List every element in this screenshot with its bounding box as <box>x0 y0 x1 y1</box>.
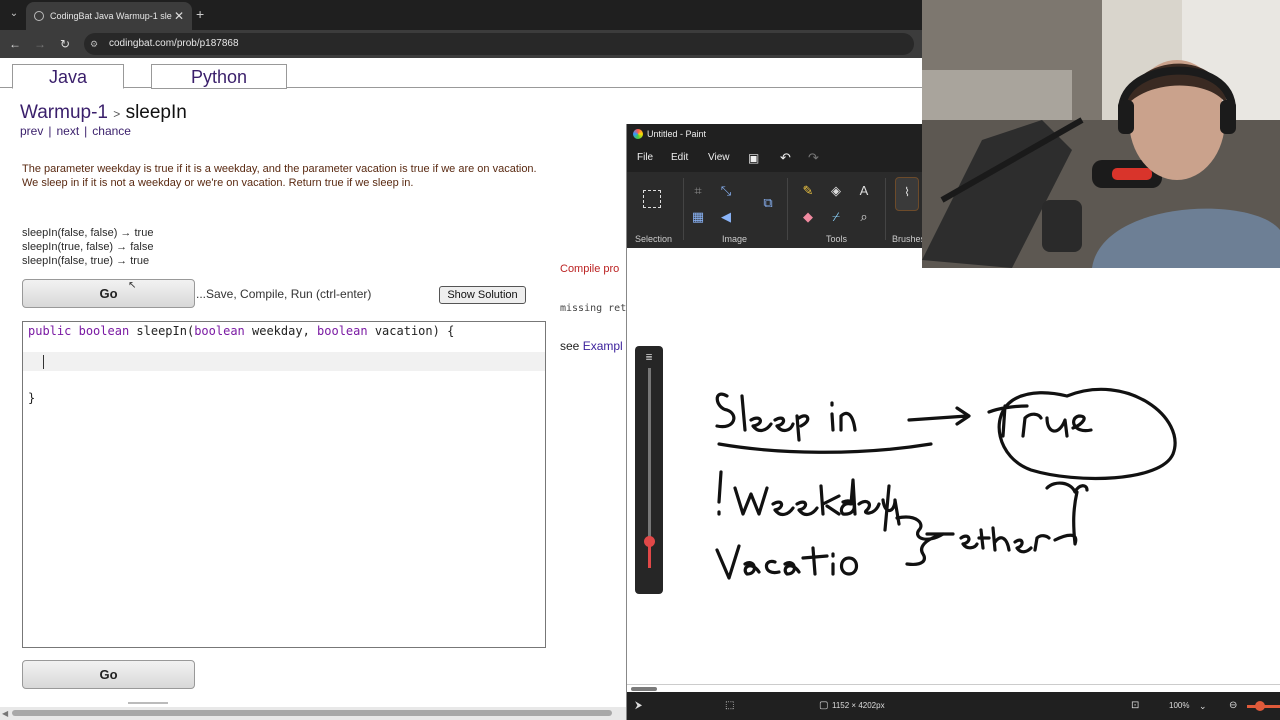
handwritten-drawing <box>715 387 1177 580</box>
scrollbar-thumb[interactable] <box>12 710 612 716</box>
magnifier-icon[interactable]: ⌕ <box>855 208 873 226</box>
paint-logo-icon <box>633 129 643 139</box>
problem-description: The parameter weekday is true if it is a… <box>22 163 537 189</box>
fit-to-window-icon[interactable]: ⊡ <box>1131 692 1139 720</box>
selection-size-icon: ⬚ <box>725 700 735 711</box>
zoom-slider[interactable] <box>1247 701 1280 711</box>
resize-icon[interactable]: ⤡ <box>717 182 735 200</box>
forward-icon[interactable]: → <box>31 35 49 53</box>
image-options-icon[interactable]: ⧉ <box>759 194 777 212</box>
code-line-1: public boolean sleepIn(boolean weekday, … <box>28 324 455 338</box>
go-button-bottom[interactable]: Go <box>22 660 195 689</box>
canvas-size-icon: ▢ <box>819 700 829 711</box>
page-horizontal-scrollbar[interactable]: ◀ <box>0 707 626 720</box>
go-button[interactable]: Go <box>22 279 195 308</box>
group-selection-label: Selection <box>635 234 673 244</box>
problem-nav: prev | next | chance <box>20 124 131 138</box>
problem-title: sleepIn <box>125 102 187 123</box>
chance-link[interactable]: chance <box>92 124 131 138</box>
browser-tab-bar: ⌄ CodingBat Java Warmup-1 sleepIn ✕ + <box>0 0 922 30</box>
group-brushes-label: Brushes <box>892 234 926 244</box>
language-tabs: Java Python <box>0 64 922 89</box>
zoom-dropdown-icon[interactable]: ⌄ <box>1199 692 1207 720</box>
run-hint: ...Save, Compile, Run (ctrl-enter) <box>196 287 372 301</box>
save-icon[interactable]: ▣ <box>748 144 759 172</box>
zoom-level[interactable]: 100% <box>1169 692 1189 720</box>
zoom-slider-knob[interactable] <box>1255 701 1265 711</box>
group-image-label: Image <box>722 234 748 244</box>
undo-icon[interactable]: ↶ <box>780 144 791 172</box>
fill-icon[interactable]: ◈ <box>827 182 845 200</box>
paint-title: Untitled - Paint <box>647 129 707 139</box>
tab-search-icon[interactable]: ⌄ <box>6 6 22 22</box>
scroll-left-icon[interactable]: ◀ <box>2 707 8 720</box>
brushes-icon[interactable]: ⌇ <box>895 177 919 211</box>
tab-java[interactable]: Java <box>12 64 124 89</box>
pencil-icon[interactable]: ✎ <box>799 182 817 200</box>
show-solution-button[interactable]: Show Solution <box>439 286 526 304</box>
next-link[interactable]: next <box>56 124 79 138</box>
see-example-text: see Exampl <box>560 339 623 353</box>
compile-error-text: missing ret <box>560 303 627 314</box>
brush-size-knob[interactable] <box>644 536 655 547</box>
code-editor[interactable]: public boolean sleepIn(boolean weekday, … <box>22 321 546 648</box>
ribbon-separator <box>683 178 684 240</box>
ribbon-separator <box>787 178 788 240</box>
rotate-icon[interactable]: ◀ <box>717 208 735 226</box>
browser-tab[interactable]: CodingBat Java Warmup-1 sleepIn ✕ <box>26 2 192 30</box>
redo-icon[interactable]: ↷ <box>808 144 819 172</box>
color-picker-icon[interactable]: ⌿ <box>827 208 845 226</box>
example-line: sleepIn(false, true) → true <box>22 255 150 267</box>
compile-problems-heading: Compile pro <box>560 263 620 275</box>
brush-size-icon: ≣ <box>645 352 653 362</box>
breadcrumb-section-link[interactable]: Warmup-1 <box>20 102 108 123</box>
tab-title: CodingBat Java Warmup-1 sleepIn <box>50 11 172 21</box>
mouse-cursor-icon: ↖ <box>128 280 137 291</box>
close-tab-icon[interactable]: ✕ <box>174 2 184 30</box>
selection-icon[interactable] <box>643 190 661 208</box>
webcam-overlay <box>922 0 1280 268</box>
globe-icon <box>34 11 44 21</box>
canvas-scroll-thumb[interactable] <box>631 687 657 691</box>
text-icon[interactable]: A <box>855 182 873 200</box>
streamer-webcam-image <box>922 0 1280 268</box>
eraser-icon[interactable]: ◆ <box>799 208 817 226</box>
menu-view[interactable]: View <box>708 144 730 172</box>
code-line-3: } <box>28 391 36 405</box>
canvas-horizontal-scrollbar[interactable] <box>627 684 1280 692</box>
example-line: sleepIn(true, false) → false <box>22 241 154 253</box>
zoom-out-icon[interactable]: ⊖ <box>1229 692 1237 720</box>
browser-toolbar: ← → ↻ ⚙ codingbat.com/prob/p187868 <box>0 30 922 58</box>
new-tab-icon[interactable]: + <box>196 6 204 22</box>
canvas-size: 1152 × 4202px <box>832 701 885 710</box>
back-icon[interactable]: ← <box>6 35 24 53</box>
menu-edit[interactable]: Edit <box>671 144 688 172</box>
example-line: sleepIn(false, false) → true <box>22 227 154 239</box>
crop-icon[interactable]: ⌗ <box>689 182 707 200</box>
tab-python[interactable]: Python <box>151 64 287 89</box>
active-line-highlight <box>23 352 545 371</box>
menu-file[interactable]: File <box>637 144 653 172</box>
divider <box>128 702 168 704</box>
pointer-icon: ⮞ <box>635 700 643 711</box>
reload-icon[interactable]: ↻ <box>56 35 74 53</box>
address-bar[interactable]: ⚙ codingbat.com/prob/p187868 <box>84 33 914 55</box>
stroke-s <box>715 392 736 429</box>
example-code-link[interactable]: Exampl <box>583 339 623 353</box>
breadcrumb-separator: > <box>113 107 121 121</box>
address-url: codingbat.com/prob/p187868 <box>109 38 239 49</box>
examples-list: sleepIn(false, false) → true sleepIn(tru… <box>22 226 153 268</box>
brush-size-panel: ≣ <box>635 346 663 594</box>
ribbon-separator <box>885 178 886 240</box>
paint-status-bar: ⮞ ⬚ ▢ 1152 × 4202px ⊡ 100% ⌄ ⊖ <box>627 692 1280 720</box>
select-all-icon[interactable]: ▦ <box>689 208 707 226</box>
site-info-icon[interactable]: ⚙ <box>90 33 104 55</box>
breadcrumb: Warmup-1 > sleepIn <box>20 102 187 124</box>
prev-link[interactable]: prev <box>20 124 43 138</box>
text-caret <box>43 355 44 369</box>
group-tools-label: Tools <box>826 234 848 244</box>
